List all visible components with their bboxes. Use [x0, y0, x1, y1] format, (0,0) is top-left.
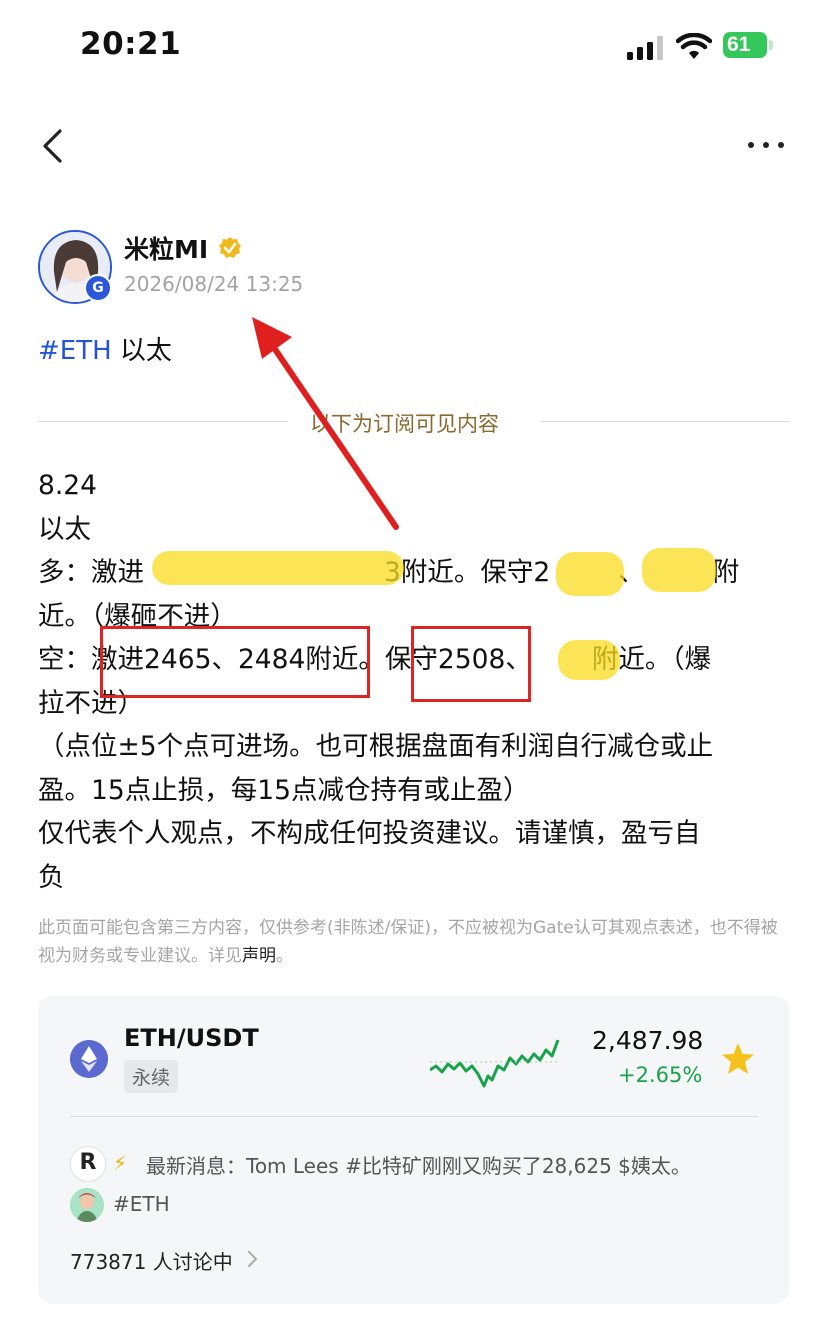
back-icon[interactable]	[40, 128, 64, 164]
annotation-box	[411, 626, 531, 702]
gate-badge-icon: G	[84, 274, 112, 302]
content-line: （点位±5个点可进场。也可根据盘面有利润自行减仓或止	[38, 731, 714, 762]
topic-avatar	[70, 1188, 104, 1222]
content-line: 以太	[38, 513, 91, 545]
news-item[interactable]: 最新消息：Tom Lees #比特矿刚刚又购买了28,625 $姨太。	[146, 1150, 691, 1179]
hashtag-link[interactable]: #ETH	[38, 336, 112, 366]
card-divider	[70, 1116, 758, 1117]
perpetual-badge: 永续	[124, 1060, 179, 1093]
news-source-logo: R	[70, 1146, 106, 1182]
redaction-scribble	[558, 640, 620, 680]
divider-right	[540, 421, 790, 422]
annotation-box	[100, 626, 370, 698]
signal-icon	[627, 36, 663, 60]
redaction-scribble	[152, 551, 404, 585]
more-icon[interactable]	[746, 140, 786, 152]
post-timestamp: 2026/08/24 13:25	[124, 272, 304, 296]
content-line: 8.24	[38, 470, 98, 501]
trading-pair[interactable]: ETH/USDT	[124, 1024, 259, 1052]
chevron-right-icon[interactable]	[246, 1250, 258, 1268]
eth-icon	[70, 1040, 108, 1078]
author-name[interactable]: 米粒MI	[124, 230, 208, 266]
status-time: 20:21	[80, 26, 182, 62]
content-line: 仅代表个人观点，不构成任何投资建议。请谨慎，盈亏自	[38, 818, 701, 849]
star-icon[interactable]	[720, 1042, 756, 1076]
disclaimer-link[interactable]: 声明	[242, 946, 276, 966]
content-line: 盈。15点止损，每15点减仓持有或止盈）	[38, 774, 530, 806]
disclaimer: 此页面可能包含第三方内容，仅供参考(非陈述/保证)，不应被视为Gate认可其观点…	[38, 918, 778, 966]
battery-icon: 61	[723, 32, 775, 60]
redaction-scribble	[556, 552, 624, 596]
content-line: 负	[38, 861, 65, 893]
topic-tag[interactable]: #ETH	[113, 1192, 170, 1216]
redaction-scribble	[642, 548, 716, 592]
title-text: 以太	[111, 336, 172, 366]
sparkline	[430, 1039, 560, 1088]
discussion-count[interactable]: 773871 人讨论中	[70, 1246, 233, 1275]
price-change: +2.65%	[618, 1063, 703, 1087]
battery-level: 61	[727, 33, 751, 56]
lightning-icon: ⚡	[113, 1151, 128, 1175]
verified-icon	[219, 237, 241, 258]
price: 2,487.98	[592, 1026, 704, 1055]
wifi-icon	[676, 33, 712, 59]
post-title: #ETH 以太	[38, 330, 172, 367]
annotation-arrow	[252, 317, 399, 530]
